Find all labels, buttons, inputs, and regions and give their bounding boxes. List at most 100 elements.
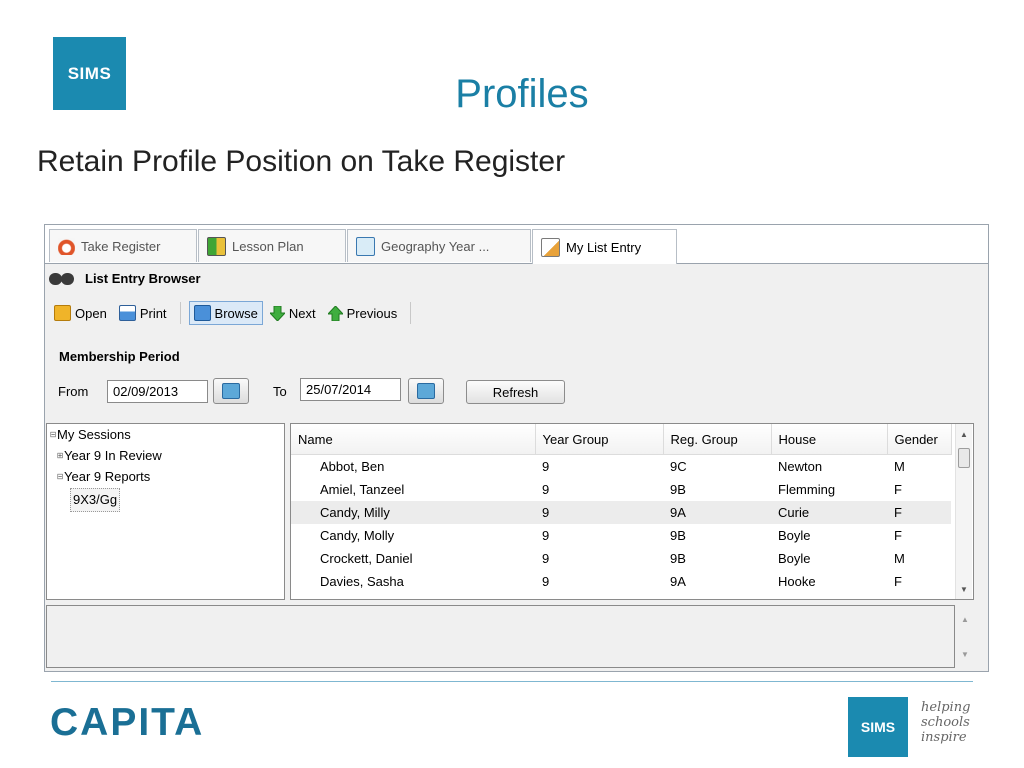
panel-title-label: List Entry Browser [85, 270, 201, 286]
cell-house: Hooke [778, 574, 816, 589]
column-header-house[interactable]: House [771, 424, 888, 455]
tab-my-list-entry[interactable]: My List Entry [532, 229, 677, 264]
cell-house: Flemming [778, 482, 836, 497]
cell-reg-group: 9C [670, 459, 687, 474]
expand-icon[interactable]: ⊞ [56, 446, 64, 466]
column-header-name[interactable]: Name [291, 424, 536, 455]
cell-year-group: 9 [542, 459, 550, 474]
sims-application-window: Take Register Lesson Plan Geography Year… [44, 224, 989, 672]
print-button[interactable]: Print [114, 301, 172, 325]
column-header-reg-group[interactable]: Reg. Group [663, 424, 772, 455]
open-button[interactable]: Open [49, 301, 112, 325]
cell-house: Boyle [778, 551, 811, 566]
browse-button[interactable]: Browse [188, 301, 263, 325]
tab-label: Geography Year ... [381, 238, 490, 254]
to-date-input[interactable] [300, 378, 401, 401]
collapse-icon[interactable]: ⊟ [56, 466, 64, 488]
binoculars-icon [49, 269, 77, 287]
scroll-down-arrow-icon[interactable]: ▼ [957, 646, 973, 662]
collapse-icon[interactable]: ⊟ [49, 424, 57, 446]
cell-gender: F [894, 482, 902, 497]
tree-node-label: 9X3/Gg [70, 488, 121, 512]
slide-title: Profiles [455, 72, 589, 116]
table-row[interactable]: Crockett, Daniel 9 9B Boyle M [291, 547, 951, 570]
table-row[interactable]: Abbot, Ben 9 9C Newton M [291, 455, 951, 479]
tab-strip: Take Register Lesson Plan Geography Year… [45, 225, 988, 264]
tree-node-year-9-reports[interactable]: ⊟ Year 9 Reports [47, 466, 284, 488]
scroll-up-arrow-icon[interactable]: ▲ [957, 611, 973, 627]
cell-name: Davies, Sasha [320, 574, 404, 589]
cell-gender: M [894, 459, 905, 474]
toolbar: Open Print Browse Next Previous [49, 299, 417, 327]
table-row[interactable]: Candy, Molly 9 9B Boyle F [291, 524, 951, 547]
print-label: Print [139, 305, 167, 321]
cell-house: Boyle [778, 528, 811, 543]
calendar-icon [417, 383, 435, 399]
cell-reg-group: 9A [663, 501, 771, 524]
browse-icon [193, 305, 211, 321]
browse-label: Browse [214, 305, 258, 321]
edit-list-icon [541, 237, 560, 257]
tab-label: Lesson Plan [232, 238, 304, 254]
student-table: Name Year Group Reg. Group House Gender … [291, 424, 952, 593]
previous-button[interactable]: Previous [323, 302, 403, 325]
tagline-line: schools [921, 715, 970, 730]
from-date-input[interactable] [107, 380, 208, 403]
open-label: Open [75, 305, 107, 321]
cell-gender: F [894, 574, 902, 589]
cell-year-group: 9 [542, 528, 550, 543]
next-label: Next [288, 305, 316, 321]
grid-vertical-scrollbar[interactable]: ▲ ▼ [955, 424, 972, 599]
tree-node-9x3-gg[interactable]: 9X3/Gg [47, 488, 284, 512]
document-icon [356, 236, 375, 256]
to-date-picker-button[interactable] [408, 378, 444, 404]
scroll-up-arrow-icon[interactable]: ▲ [956, 426, 972, 442]
printer-icon [118, 305, 136, 321]
next-button[interactable]: Next [265, 302, 321, 325]
cell-reg-group: 9A [670, 574, 686, 589]
cell-reg-group: 9B [670, 551, 686, 566]
to-label: To [273, 384, 287, 399]
sims-footer-logo: SIMS [848, 697, 908, 757]
tree-node-year-9-in-review[interactable]: ⊞ Year 9 In Review [47, 446, 284, 466]
calendar-icon [222, 383, 240, 399]
cell-gender: F [894, 528, 902, 543]
tab-lesson-plan[interactable]: Lesson Plan [198, 229, 346, 262]
refresh-button[interactable]: Refresh [466, 380, 565, 404]
table-header-row: Name Year Group Reg. Group House Gender [291, 424, 952, 455]
arrow-up-icon [327, 305, 343, 321]
cell-name: Crockett, Daniel [320, 551, 413, 566]
tree-node-label: Year 9 In Review [64, 448, 162, 463]
clock-register-icon [58, 237, 75, 255]
table-row[interactable]: Amiel, Tanzeel 9 9B Flemming F [291, 478, 951, 501]
column-header-year-group[interactable]: Year Group [535, 424, 664, 455]
cell-reg-group: 9B [670, 482, 686, 497]
footer-divider [51, 681, 973, 682]
tab-label: My List Entry [566, 239, 642, 255]
cell-year-group: 9 [542, 482, 550, 497]
scroll-down-arrow-icon[interactable]: ▼ [956, 581, 972, 597]
cell-year-group: 9 [542, 574, 550, 589]
details-vertical-scrollbar[interactable]: ▲ ▼ [957, 605, 973, 668]
tree-node-my-sessions[interactable]: ⊟ My Sessions [47, 424, 284, 446]
panel-title: List Entry Browser [49, 269, 201, 287]
toolbar-separator [179, 302, 181, 324]
details-pane [46, 605, 955, 668]
tab-geography-year[interactable]: Geography Year ... [347, 229, 531, 262]
lesson-plan-icon [207, 236, 226, 256]
tab-label: Take Register [81, 238, 161, 254]
tab-take-register[interactable]: Take Register [49, 229, 197, 262]
cell-year-group: 9 [542, 551, 550, 566]
scroll-thumb[interactable] [958, 448, 970, 468]
membership-period-label: Membership Period [59, 349, 180, 364]
student-grid: Name Year Group Reg. Group House Gender … [290, 423, 974, 600]
cell-name: Candy, Molly [320, 528, 395, 543]
table-row[interactable]: Davies, Sasha 9 9A Hooke F [291, 570, 951, 593]
column-header-gender[interactable]: Gender [887, 424, 952, 455]
folder-icon [54, 305, 71, 321]
from-date-picker-button[interactable] [213, 378, 249, 404]
cell-gender: M [894, 551, 905, 566]
cell-year-group: 9 [535, 501, 663, 524]
slide-subtitle: Retain Profile Position on Take Register [37, 145, 566, 178]
table-row-selected[interactable]: Candy, Milly 9 9A Curie F [291, 501, 951, 524]
